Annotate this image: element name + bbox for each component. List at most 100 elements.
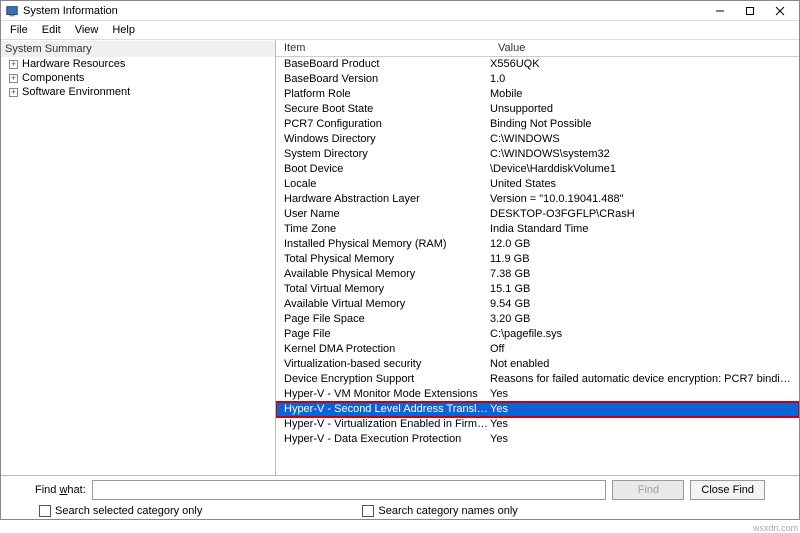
row-value: 11.9 GB <box>490 252 799 267</box>
table-row[interactable]: Total Physical Memory11.9 GB <box>276 252 799 267</box>
row-value: \Device\HarddiskVolume1 <box>490 162 799 177</box>
table-row[interactable]: Installed Physical Memory (RAM)12.0 GB <box>276 237 799 252</box>
row-value: Unsupported <box>490 102 799 117</box>
row-item: Platform Role <box>276 87 490 102</box>
app-icon <box>5 4 19 18</box>
tree-item-label: Software Environment <box>22 86 130 98</box>
search-selected-category-checkbox[interactable]: Search selected category only <box>39 505 202 517</box>
find-what-label: Find what: <box>35 484 86 496</box>
table-row[interactable]: Total Virtual Memory15.1 GB <box>276 282 799 297</box>
table-row[interactable]: User NameDESKTOP-O3FGFLP\CRasH <box>276 207 799 222</box>
row-value: 1.0 <box>490 72 799 87</box>
column-header-value[interactable]: Value <box>490 40 799 56</box>
row-item: Secure Boot State <box>276 102 490 117</box>
menubar: File Edit View Help <box>1 21 799 40</box>
table-row[interactable]: Hardware Abstraction LayerVersion = "10.… <box>276 192 799 207</box>
row-item: Windows Directory <box>276 132 490 147</box>
table-row[interactable]: Hyper-V - Second Level Address Translati… <box>276 402 799 417</box>
row-item: Page File Space <box>276 312 490 327</box>
expander-icon[interactable]: + <box>9 88 18 97</box>
row-item: Available Physical Memory <box>276 267 490 282</box>
tree-root-system-summary[interactable]: System Summary <box>1 41 275 57</box>
row-value: C:\WINDOWS <box>490 132 799 147</box>
table-row[interactable]: Page File Space3.20 GB <box>276 312 799 327</box>
row-value: India Standard Time <box>490 222 799 237</box>
close-button[interactable] <box>765 2 795 20</box>
table-row[interactable]: Secure Boot StateUnsupported <box>276 102 799 117</box>
tree-item-label: Hardware Resources <box>22 58 125 70</box>
menu-help[interactable]: Help <box>105 22 142 38</box>
row-item: Device Encryption Support <box>276 372 490 387</box>
menu-edit[interactable]: Edit <box>35 22 68 38</box>
row-value: 12.0 GB <box>490 237 799 252</box>
row-item: BaseBoard Product <box>276 57 490 72</box>
row-item: Total Virtual Memory <box>276 282 490 297</box>
row-value: Yes <box>490 432 799 447</box>
window-title: System Information <box>23 5 705 17</box>
table-row[interactable]: Boot Device\Device\HarddiskVolume1 <box>276 162 799 177</box>
system-information-window: System Information File Edit View Help S… <box>0 0 800 520</box>
checkbox-icon <box>39 505 51 517</box>
row-value: DESKTOP-O3FGFLP\CRasH <box>490 207 799 222</box>
table-row[interactable]: Virtualization-based securityNot enabled <box>276 357 799 372</box>
table-row[interactable]: LocaleUnited States <box>276 177 799 192</box>
table-row[interactable]: BaseBoard Version1.0 <box>276 72 799 87</box>
category-tree[interactable]: System Summary + Hardware Resources + Compo… <box>1 40 276 475</box>
menu-view[interactable]: View <box>68 22 106 38</box>
find-input[interactable] <box>92 480 607 500</box>
row-item: Installed Physical Memory (RAM) <box>276 237 490 252</box>
close-find-button[interactable]: Close Find <box>690 480 765 500</box>
tree-item[interactable]: + Components <box>1 71 275 85</box>
table-row[interactable]: Hyper-V - Virtualization Enabled in Firm… <box>276 417 799 432</box>
row-value: Version = "10.0.19041.488" <box>490 192 799 207</box>
row-value: United States <box>490 177 799 192</box>
column-header-item[interactable]: Item <box>276 40 490 56</box>
table-row[interactable]: Device Encryption SupportReasons for fai… <box>276 372 799 387</box>
row-value: Reasons for failed automatic device encr… <box>490 372 799 387</box>
attribution-text: wsxdn.com <box>753 523 798 533</box>
checkbox-icon <box>362 505 374 517</box>
tree-item[interactable]: + Hardware Resources <box>1 57 275 71</box>
search-category-names-checkbox[interactable]: Search category names only <box>362 505 517 517</box>
maximize-button[interactable] <box>735 2 765 20</box>
tree-item[interactable]: + Software Environment <box>1 85 275 99</box>
row-value: C:\pagefile.sys <box>490 327 799 342</box>
table-row[interactable]: PCR7 ConfigurationBinding Not Possible <box>276 117 799 132</box>
window-controls <box>705 2 795 20</box>
expander-icon[interactable]: + <box>9 60 18 69</box>
row-item: User Name <box>276 207 490 222</box>
table-row[interactable]: Page FileC:\pagefile.sys <box>276 327 799 342</box>
row-item: Virtualization-based security <box>276 357 490 372</box>
content-body: System Summary + Hardware Resources + Compo… <box>1 40 799 475</box>
titlebar[interactable]: System Information <box>1 1 799 21</box>
checkbox-label: Search category names only <box>378 505 517 517</box>
tree-item-label: Components <box>22 72 84 84</box>
row-item: Hyper-V - Data Execution Protection <box>276 432 490 447</box>
row-item: Available Virtual Memory <box>276 297 490 312</box>
row-item: Hyper-V - Second Level Address Translati… <box>276 402 490 417</box>
table-row[interactable]: Hyper-V - Data Execution ProtectionYes <box>276 432 799 447</box>
table-row[interactable]: Windows DirectoryC:\WINDOWS <box>276 132 799 147</box>
row-item: Kernel DMA Protection <box>276 342 490 357</box>
row-item: Locale <box>276 177 490 192</box>
minimize-button[interactable] <box>705 2 735 20</box>
row-item: Hyper-V - Virtualization Enabled in Firm… <box>276 417 490 432</box>
row-item: Total Physical Memory <box>276 252 490 267</box>
table-row[interactable]: Hyper-V - VM Monitor Mode ExtensionsYes <box>276 387 799 402</box>
table-row[interactable]: Time ZoneIndia Standard Time <box>276 222 799 237</box>
table-row[interactable]: Platform RoleMobile <box>276 87 799 102</box>
table-row[interactable]: Available Physical Memory7.38 GB <box>276 267 799 282</box>
list-header[interactable]: Item Value <box>276 40 799 57</box>
table-row[interactable]: Kernel DMA ProtectionOff <box>276 342 799 357</box>
table-row[interactable]: BaseBoard ProductX556UQK <box>276 57 799 72</box>
find-bar: Find what: Find Close Find Search select… <box>1 475 799 519</box>
table-row[interactable]: System DirectoryC:\WINDOWS\system32 <box>276 147 799 162</box>
row-item: System Directory <box>276 147 490 162</box>
row-value: Off <box>490 342 799 357</box>
menu-file[interactable]: File <box>3 22 35 38</box>
expander-icon[interactable]: + <box>9 74 18 83</box>
find-button[interactable]: Find <box>612 480 684 500</box>
list-body[interactable]: BaseBoard ProductX556UQKBaseBoard Versio… <box>276 57 799 475</box>
row-value: Yes <box>490 417 799 432</box>
table-row[interactable]: Available Virtual Memory9.54 GB <box>276 297 799 312</box>
